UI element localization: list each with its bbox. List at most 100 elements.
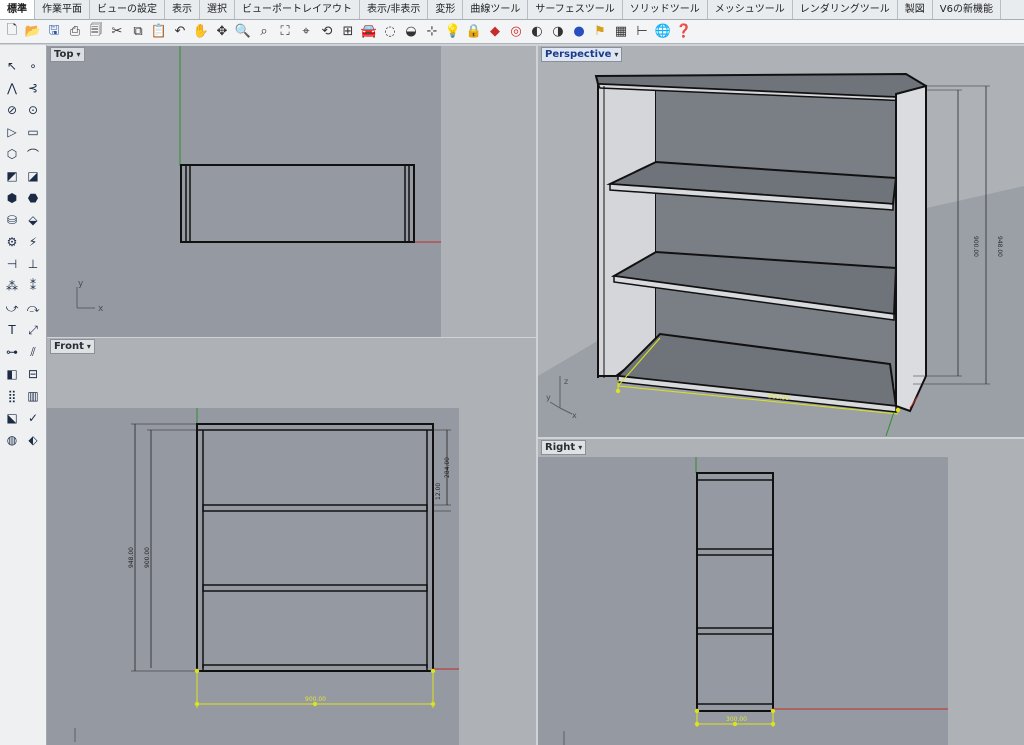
shell-icon[interactable]: ⬕ — [3, 409, 21, 427]
object-snap-icon[interactable]: ⊹ — [423, 23, 441, 41]
layer-icon[interactable]: ◆ — [486, 23, 504, 41]
boolean-split-icon[interactable]: ⚡ — [24, 233, 42, 251]
viewport-label-perspective[interactable]: Perspective ▾ — [541, 47, 623, 62]
hatch-icon[interactable]: ▥ — [24, 387, 42, 405]
new-file-icon[interactable]: 🗋 — [3, 23, 21, 41]
zoom-window-icon[interactable]: ⌕ — [255, 23, 273, 41]
triangle-icon[interactable]: ▷ — [3, 123, 21, 141]
zoom-extents-icon[interactable]: ⛶ — [276, 23, 294, 41]
mirror-icon[interactable]: ⫽ — [24, 343, 42, 361]
tab-drafting[interactable]: 製図 — [898, 0, 933, 19]
zoom-icon[interactable]: 🔍 — [234, 23, 252, 41]
perspective-viewport[interactable]: Perspective ▾ 900.00 900.00 948.00 z y x — [538, 46, 1024, 437]
copy-icon[interactable]: ⧉ — [129, 23, 147, 41]
rotate-camera-icon[interactable]: ⟲ — [318, 23, 336, 41]
front-dim-right-small: 12.00 — [435, 483, 442, 500]
ungroup-icon[interactable]: ⁑ — [24, 277, 42, 295]
shade-icon[interactable]: ◐ — [528, 23, 546, 41]
print-icon[interactable]: ⎙ — [66, 23, 84, 41]
polyline-icon[interactable]: ⋀ — [3, 79, 21, 97]
tab-rendering-tools[interactable]: レンダリングツール — [793, 0, 898, 19]
chevron-down-icon[interactable]: ▾ — [87, 340, 91, 353]
mesh-icon[interactable]: ⬙ — [24, 211, 42, 229]
curve-icon[interactable]: ◒ — [402, 23, 420, 41]
save-icon[interactable]: 🖫 — [45, 23, 63, 41]
network-surface-icon[interactable]: ◪ — [24, 167, 42, 185]
car-icon[interactable]: 🚘 — [360, 23, 378, 41]
solid-union-icon[interactable]: ⬣ — [24, 189, 42, 207]
viewport-label-top[interactable]: Top ▾ — [50, 47, 85, 62]
front-viewport[interactable]: Front ▾ 948.00 900.00 284.00 12.00 900.0… — [47, 338, 536, 745]
curve-control-icon[interactable]: ⊰ — [24, 79, 42, 97]
top-viewport[interactable]: Top ▾ y x — [47, 46, 536, 337]
viewport-label-right[interactable]: Right ▾ — [541, 440, 587, 455]
tab-curve-tools[interactable]: 曲線ツール — [463, 0, 529, 19]
chevron-down-icon[interactable]: ▾ — [578, 441, 582, 454]
rectangle-icon[interactable]: ▭ — [24, 123, 42, 141]
material-sphere-icon[interactable]: ● — [570, 23, 588, 41]
open-folder-icon[interactable]: 📂 — [24, 23, 42, 41]
explode-icon[interactable]: ⚙ — [3, 233, 21, 251]
surface-icon[interactable]: ◩ — [3, 167, 21, 185]
tab-surface-tools[interactable]: サーフェスツール — [528, 0, 623, 19]
perspective-view-canvas: 900.00 900.00 948.00 z y x — [538, 72, 1024, 437]
tab-viewport-layout[interactable]: ビューポートレイアウト — [235, 0, 360, 19]
point-icon[interactable]: ∘ — [24, 57, 42, 75]
ellipse-icon[interactable]: ⊙ — [24, 101, 42, 119]
four-viewports-icon[interactable]: ⊞ — [339, 23, 357, 41]
tab-display[interactable]: 表示 — [165, 0, 200, 19]
cut-icon[interactable]: ✂ — [108, 23, 126, 41]
tab-standard[interactable]: 標準 — [0, 0, 35, 19]
pan-hand-icon[interactable]: ✋ — [192, 23, 210, 41]
circle-icon[interactable]: ⊘ — [3, 101, 21, 119]
dimension-icon[interactable]: ⊟ — [24, 365, 42, 383]
paste-icon[interactable]: 📋 — [150, 23, 168, 41]
render-icon[interactable]: ◑ — [549, 23, 567, 41]
extrude-icon[interactable]: ◧ — [3, 365, 21, 383]
grid-icon[interactable]: ▦ — [612, 23, 630, 41]
split-icon[interactable]: ⊥ — [24, 255, 42, 273]
chevron-down-icon[interactable]: ▾ — [614, 48, 618, 61]
rotate-view-icon[interactable]: ✥ — [213, 23, 231, 41]
dim-point — [895, 407, 901, 413]
move-icon[interactable]: ⤢ — [24, 321, 42, 339]
color-wheel-icon[interactable]: ◎ — [507, 23, 525, 41]
polygon-icon[interactable]: ⬡ — [3, 145, 21, 163]
check-icon[interactable]: ✓ — [24, 409, 42, 427]
viewport-label-front[interactable]: Front ▾ — [50, 339, 95, 354]
group-icon[interactable]: ⁂ — [3, 277, 21, 295]
cylinder-icon[interactable]: ⛁ — [3, 211, 21, 229]
gumball-icon[interactable]: ⊢ — [633, 23, 651, 41]
fillet-icon[interactable]: ⌒ — [24, 145, 42, 163]
flag-icon[interactable]: ⚑ — [591, 23, 609, 41]
tab-view-settings[interactable]: ビューの設定 — [90, 0, 165, 19]
select-arrow-icon[interactable]: ↖ — [3, 57, 21, 75]
right-viewport[interactable]: Right ▾ 300.00 — [538, 439, 1024, 745]
tab-mesh-tools[interactable]: メッシュツール — [708, 0, 793, 19]
box-icon[interactable]: ⬢ — [3, 189, 21, 207]
offset-icon[interactable]: ⤻ — [3, 299, 21, 317]
zoom-selected-icon[interactable]: ⌖ — [297, 23, 315, 41]
bulb-icon[interactable]: 💡 — [444, 23, 462, 41]
tab-transform[interactable]: 変形 — [428, 0, 464, 19]
point-icon[interactable]: ◌ — [381, 23, 399, 41]
blend-icon[interactable]: ⤼ — [24, 299, 42, 317]
chevron-down-icon[interactable]: ▾ — [77, 48, 81, 61]
globe-icon[interactable]: 🌐 — [654, 23, 672, 41]
grid-array-icon[interactable]: ⣿ — [3, 387, 21, 405]
paint-icon[interactable]: ⬖ — [24, 431, 42, 449]
tab-show-hide[interactable]: 表示/非表示 — [360, 0, 429, 19]
import-icon[interactable]: 🗐 — [87, 23, 105, 41]
trim-icon[interactable]: ⊣ — [3, 255, 21, 273]
undo-icon[interactable]: ↶ — [171, 23, 189, 41]
tab-solid-tools[interactable]: ソリッドツール — [623, 0, 708, 19]
tab-v6-new-features[interactable]: V6の新機能 — [933, 0, 1001, 19]
axis-label-x: x — [98, 304, 104, 314]
help-icon[interactable]: ❓ — [675, 23, 693, 41]
tab-workplane[interactable]: 作業平面 — [35, 0, 90, 19]
sphere-icon[interactable]: ◍ — [3, 431, 21, 449]
tab-select[interactable]: 選択 — [200, 0, 235, 19]
text-icon[interactable]: T — [3, 321, 21, 339]
array-icon[interactable]: ⊶ — [3, 343, 21, 361]
lock-icon[interactable]: 🔒 — [465, 23, 483, 41]
